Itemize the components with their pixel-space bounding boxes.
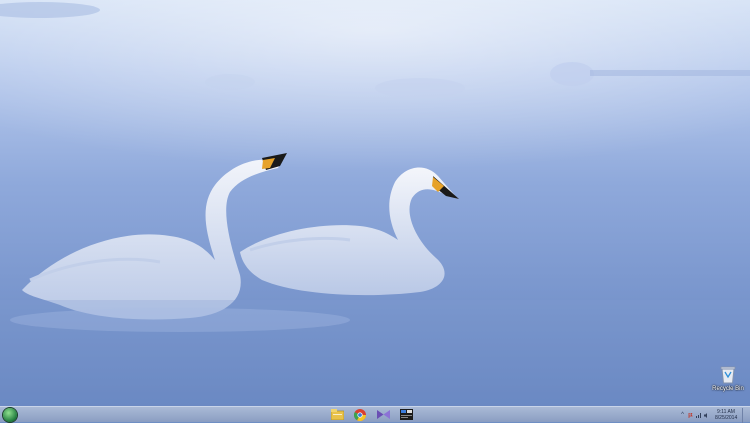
network-icon[interactable] xyxy=(696,412,701,418)
recycle-bin-icon xyxy=(720,366,736,384)
start-menu-app-icon[interactable] xyxy=(399,408,413,421)
chrome-icon[interactable] xyxy=(353,408,367,421)
recycle-bin-shortcut[interactable]: Recycle Bin xyxy=(708,366,748,400)
clock-date: 8/25/2014 xyxy=(715,415,738,421)
start-orb-icon[interactable] xyxy=(3,408,17,422)
wallpaper-swans-image xyxy=(0,0,750,406)
action-center-flag-icon[interactable] xyxy=(688,412,693,418)
desktop-wallpaper xyxy=(0,0,750,406)
recycle-bin-label: Recycle Bin xyxy=(712,386,744,392)
taskbar-clock[interactable]: 9:11 AM 8/25/2014 xyxy=(715,409,737,421)
taskbar-pinned-apps xyxy=(330,408,413,422)
system-tray: ^ 9:11 AM 8/25/2014 xyxy=(680,407,746,423)
visual-studio-icon[interactable] xyxy=(376,408,390,421)
taskbar: ^ 9:11 AM 8/25/2014 xyxy=(0,406,750,423)
volume-icon[interactable] xyxy=(704,412,709,418)
show-hidden-icons-chevron[interactable]: ^ xyxy=(680,412,685,418)
file-explorer-icon[interactable] xyxy=(330,408,344,421)
show-desktop-button[interactable] xyxy=(742,407,746,423)
